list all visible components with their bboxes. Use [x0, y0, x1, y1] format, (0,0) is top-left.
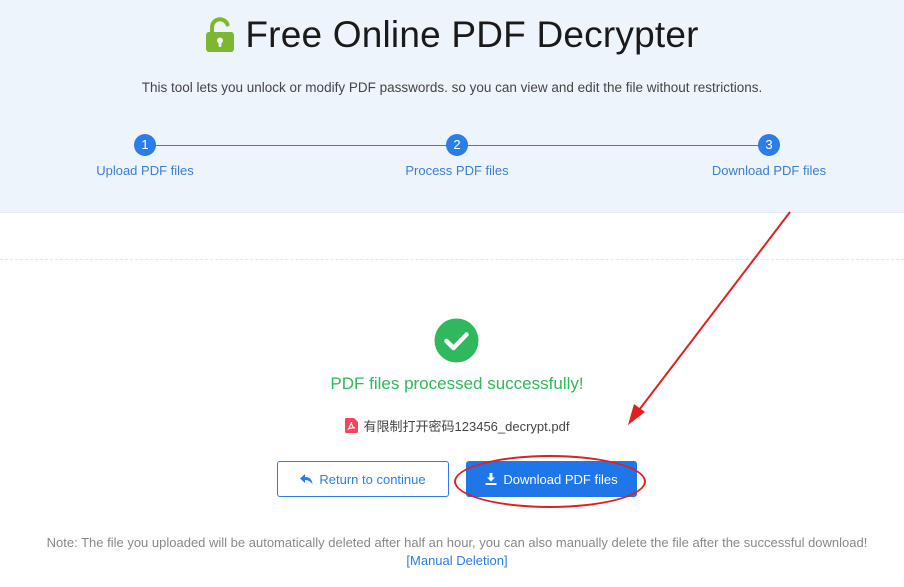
download-pdf-button[interactable]: Download PDF files [466, 461, 637, 497]
hero-section: Free Online PDF Decrypter This tool lets… [0, 0, 904, 213]
progress-steps: 1 Upload PDF files 2 Process PDF files 3… [0, 134, 904, 194]
step-label: Upload PDF files [96, 163, 194, 178]
unlock-icon [206, 17, 235, 52]
success-message: PDF files processed successfully! [330, 374, 584, 393]
step-label: Process PDF files [405, 163, 509, 178]
section-divider [0, 259, 904, 260]
step-upload: 1 Upload PDF files [65, 134, 225, 178]
return-arrow-icon [300, 473, 313, 484]
download-icon [485, 473, 497, 485]
file-name: 有限制打开密码123456_decrypt.pdf [363, 419, 570, 434]
step-number: 1 [134, 134, 156, 156]
return-button-label: Return to continue [319, 471, 426, 487]
title-row: Free Online PDF Decrypter [0, 14, 904, 56]
page-title: Free Online PDF Decrypter [245, 14, 699, 55]
return-to-continue-button[interactable]: Return to continue [277, 461, 449, 497]
step-process: 2 Process PDF files [377, 134, 537, 178]
manual-deletion-link[interactable]: [Manual Deletion] [0, 553, 904, 568]
auto-delete-note: Note: The file you uploaded will be auto… [46, 535, 868, 550]
page-subtitle: This tool lets you unlock or modify PDF … [141, 80, 763, 95]
pdf-file-icon [344, 418, 358, 433]
result-file: 有限制打开密码123456_decrypt.pdf [0, 416, 904, 435]
step-number: 2 [446, 134, 468, 156]
step-number: 3 [758, 134, 780, 156]
step-label: Download PDF files [711, 163, 827, 178]
check-circle-icon [434, 318, 479, 363]
step-download: 3 Download PDF files [689, 134, 849, 178]
download-button-label: Download PDF files [503, 471, 618, 487]
